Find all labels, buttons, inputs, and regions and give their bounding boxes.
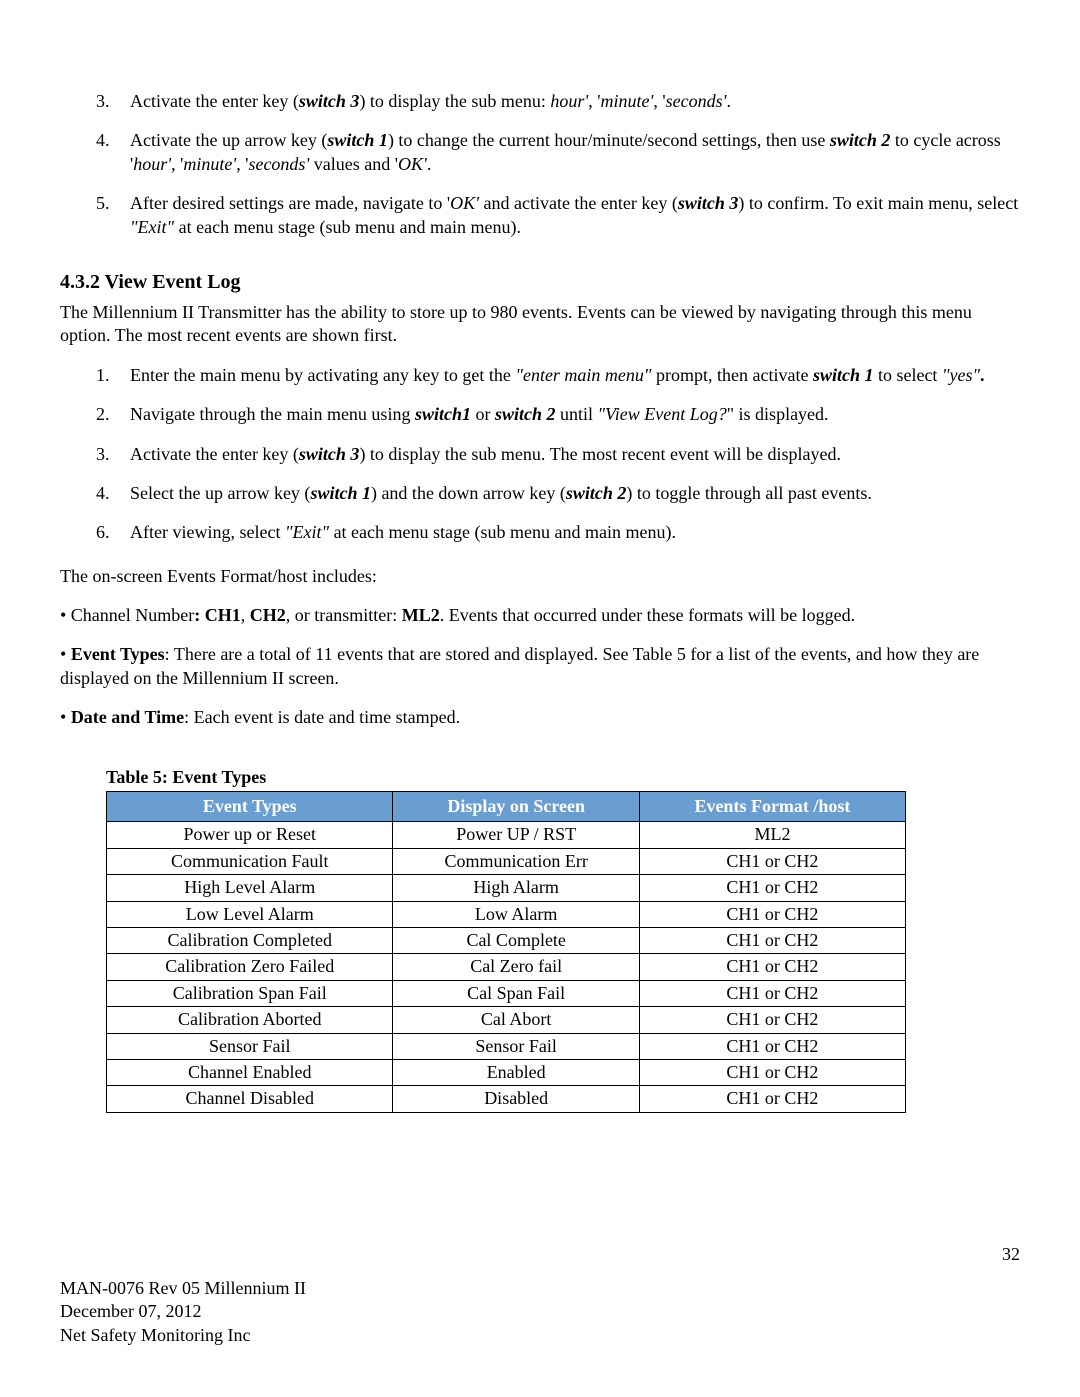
table-cell: CH1 or CH2 xyxy=(639,875,905,901)
table-row: Calibration Zero FailedCal Zero failCH1 … xyxy=(107,954,906,980)
table-cell: Cal Span Fail xyxy=(393,980,639,1006)
table-header-cell: Event Types xyxy=(107,792,393,822)
table-header-cell: Events Format /host xyxy=(639,792,905,822)
list-number: 4. xyxy=(96,482,110,505)
table-row: Channel EnabledEnabledCH1 or CH2 xyxy=(107,1059,906,1085)
first-ordered-list: 3. Activate the enter key (switch 3) to d… xyxy=(60,90,1020,239)
table-cell: Cal Complete xyxy=(393,927,639,953)
footer: 32 MAN-0076 Rev 05 Millennium II Decembe… xyxy=(60,1243,1020,1347)
table-cell: Power UP / RST xyxy=(393,822,639,848)
list-item: 4. Select the up arrow key (switch 1) and… xyxy=(96,482,1020,505)
section-heading: 4.3.2 View Event Log xyxy=(60,269,1020,295)
list-text: After desired settings are made, navigat… xyxy=(130,193,1018,236)
table-cell: CH1 or CH2 xyxy=(639,1033,905,1059)
format-intro: The on-screen Events Format/host include… xyxy=(60,565,1020,588)
list-item: 3. Activate the enter key (switch 3) to d… xyxy=(96,90,1020,113)
table-row: Calibration CompletedCal CompleteCH1 or … xyxy=(107,927,906,953)
page-content: 3. Activate the enter key (switch 3) to d… xyxy=(60,90,1020,1113)
footer-company: Net Safety Monitoring Inc xyxy=(60,1324,1020,1347)
list-number: 6. xyxy=(96,521,110,544)
table-cell: Low Level Alarm xyxy=(107,901,393,927)
table-cell: CH1 or CH2 xyxy=(639,1007,905,1033)
table-cell: Communication Err xyxy=(393,848,639,874)
list-text: Select the up arrow key (switch 1) and t… xyxy=(130,483,872,503)
table-cell: Channel Enabled xyxy=(107,1059,393,1085)
table-cell: Calibration Zero Failed xyxy=(107,954,393,980)
table-cell: Cal Abort xyxy=(393,1007,639,1033)
table-row: Sensor FailSensor FailCH1 or CH2 xyxy=(107,1033,906,1059)
list-item: 3. Activate the enter key (switch 3) to d… xyxy=(96,443,1020,466)
list-text: Navigate through the main menu using swi… xyxy=(130,404,829,424)
table-cell: Communication Fault xyxy=(107,848,393,874)
table-cell: Calibration Completed xyxy=(107,927,393,953)
table-cell: ML2 xyxy=(639,822,905,848)
table-header-cell: Display on Screen xyxy=(393,792,639,822)
list-item: 5. After desired settings are made, navig… xyxy=(96,192,1020,239)
table-row: Low Level AlarmLow AlarmCH1 or CH2 xyxy=(107,901,906,927)
table-cell: Cal Zero fail xyxy=(393,954,639,980)
event-types-table-wrap: Table 5: Event Types Event TypesDisplay … xyxy=(106,766,906,1113)
table-cell: High Level Alarm xyxy=(107,875,393,901)
list-item: 6. After viewing, select "Exit" at each m… xyxy=(96,521,1020,544)
table-cell: CH1 or CH2 xyxy=(639,980,905,1006)
second-ordered-list: 1. Enter the main menu by activating any … xyxy=(60,364,1020,545)
table-cell: CH1 or CH2 xyxy=(639,927,905,953)
table-cell: Channel Disabled xyxy=(107,1086,393,1112)
table-cell: Power up or Reset xyxy=(107,822,393,848)
list-text: Activate the enter key (switch 3) to dis… xyxy=(130,91,731,111)
list-text: Activate the enter key (switch 3) to dis… xyxy=(130,444,841,464)
event-types-table: Event TypesDisplay on ScreenEvents Forma… xyxy=(106,791,906,1113)
list-item: 2. Navigate through the main menu using s… xyxy=(96,403,1020,426)
table-cell: Sensor Fail xyxy=(107,1033,393,1059)
table-cell: Low Alarm xyxy=(393,901,639,927)
list-number: 4. xyxy=(96,129,110,152)
table-cell: CH1 or CH2 xyxy=(639,1086,905,1112)
table-caption: Table 5: Event Types xyxy=(106,766,906,789)
list-text: After viewing, select "Exit" at each men… xyxy=(130,522,676,542)
table-cell: CH1 or CH2 xyxy=(639,954,905,980)
table-cell: Disabled xyxy=(393,1086,639,1112)
table-cell: Sensor Fail xyxy=(393,1033,639,1059)
bullet-paragraph: • Channel Number: CH1, CH2, or transmitt… xyxy=(60,604,1020,627)
list-text: Enter the main menu by activating any ke… xyxy=(130,365,985,385)
table-row: Communication FaultCommunication ErrCH1 … xyxy=(107,848,906,874)
table-cell: Calibration Aborted xyxy=(107,1007,393,1033)
table-cell: High Alarm xyxy=(393,875,639,901)
list-number: 3. xyxy=(96,90,110,113)
table-row: Calibration AbortedCal AbortCH1 or CH2 xyxy=(107,1007,906,1033)
table-row: Calibration Span FailCal Span FailCH1 or… xyxy=(107,980,906,1006)
footer-doc-id: MAN-0076 Rev 05 Millennium II xyxy=(60,1277,1020,1300)
list-number: 3. xyxy=(96,443,110,466)
list-number: 1. xyxy=(96,364,110,387)
footer-date: December 07, 2012 xyxy=(60,1300,1020,1323)
list-number: 5. xyxy=(96,192,110,215)
table-cell: CH1 or CH2 xyxy=(639,901,905,927)
table-cell: CH1 or CH2 xyxy=(639,1059,905,1085)
bullet-paragraph: • Event Types: There are a total of 11 e… xyxy=(60,643,1020,690)
table-cell: CH1 or CH2 xyxy=(639,848,905,874)
table-cell: Enabled xyxy=(393,1059,639,1085)
table-row: Power up or ResetPower UP / RSTML2 xyxy=(107,822,906,848)
list-number: 2. xyxy=(96,403,110,426)
bullet-paragraph: • Date and Time: Each event is date and … xyxy=(60,706,1020,729)
section-intro: The Millennium II Transmitter has the ab… xyxy=(60,301,1020,348)
list-item: 4. Activate the up arrow key (switch 1) t… xyxy=(96,129,1020,176)
table-row: Channel DisabledDisabledCH1 or CH2 xyxy=(107,1086,906,1112)
page-number: 32 xyxy=(60,1243,1020,1266)
table-row: High Level AlarmHigh AlarmCH1 or CH2 xyxy=(107,875,906,901)
list-text: Activate the up arrow key (switch 1) to … xyxy=(130,130,1001,173)
table-cell: Calibration Span Fail xyxy=(107,980,393,1006)
list-item: 1. Enter the main menu by activating any … xyxy=(96,364,1020,387)
